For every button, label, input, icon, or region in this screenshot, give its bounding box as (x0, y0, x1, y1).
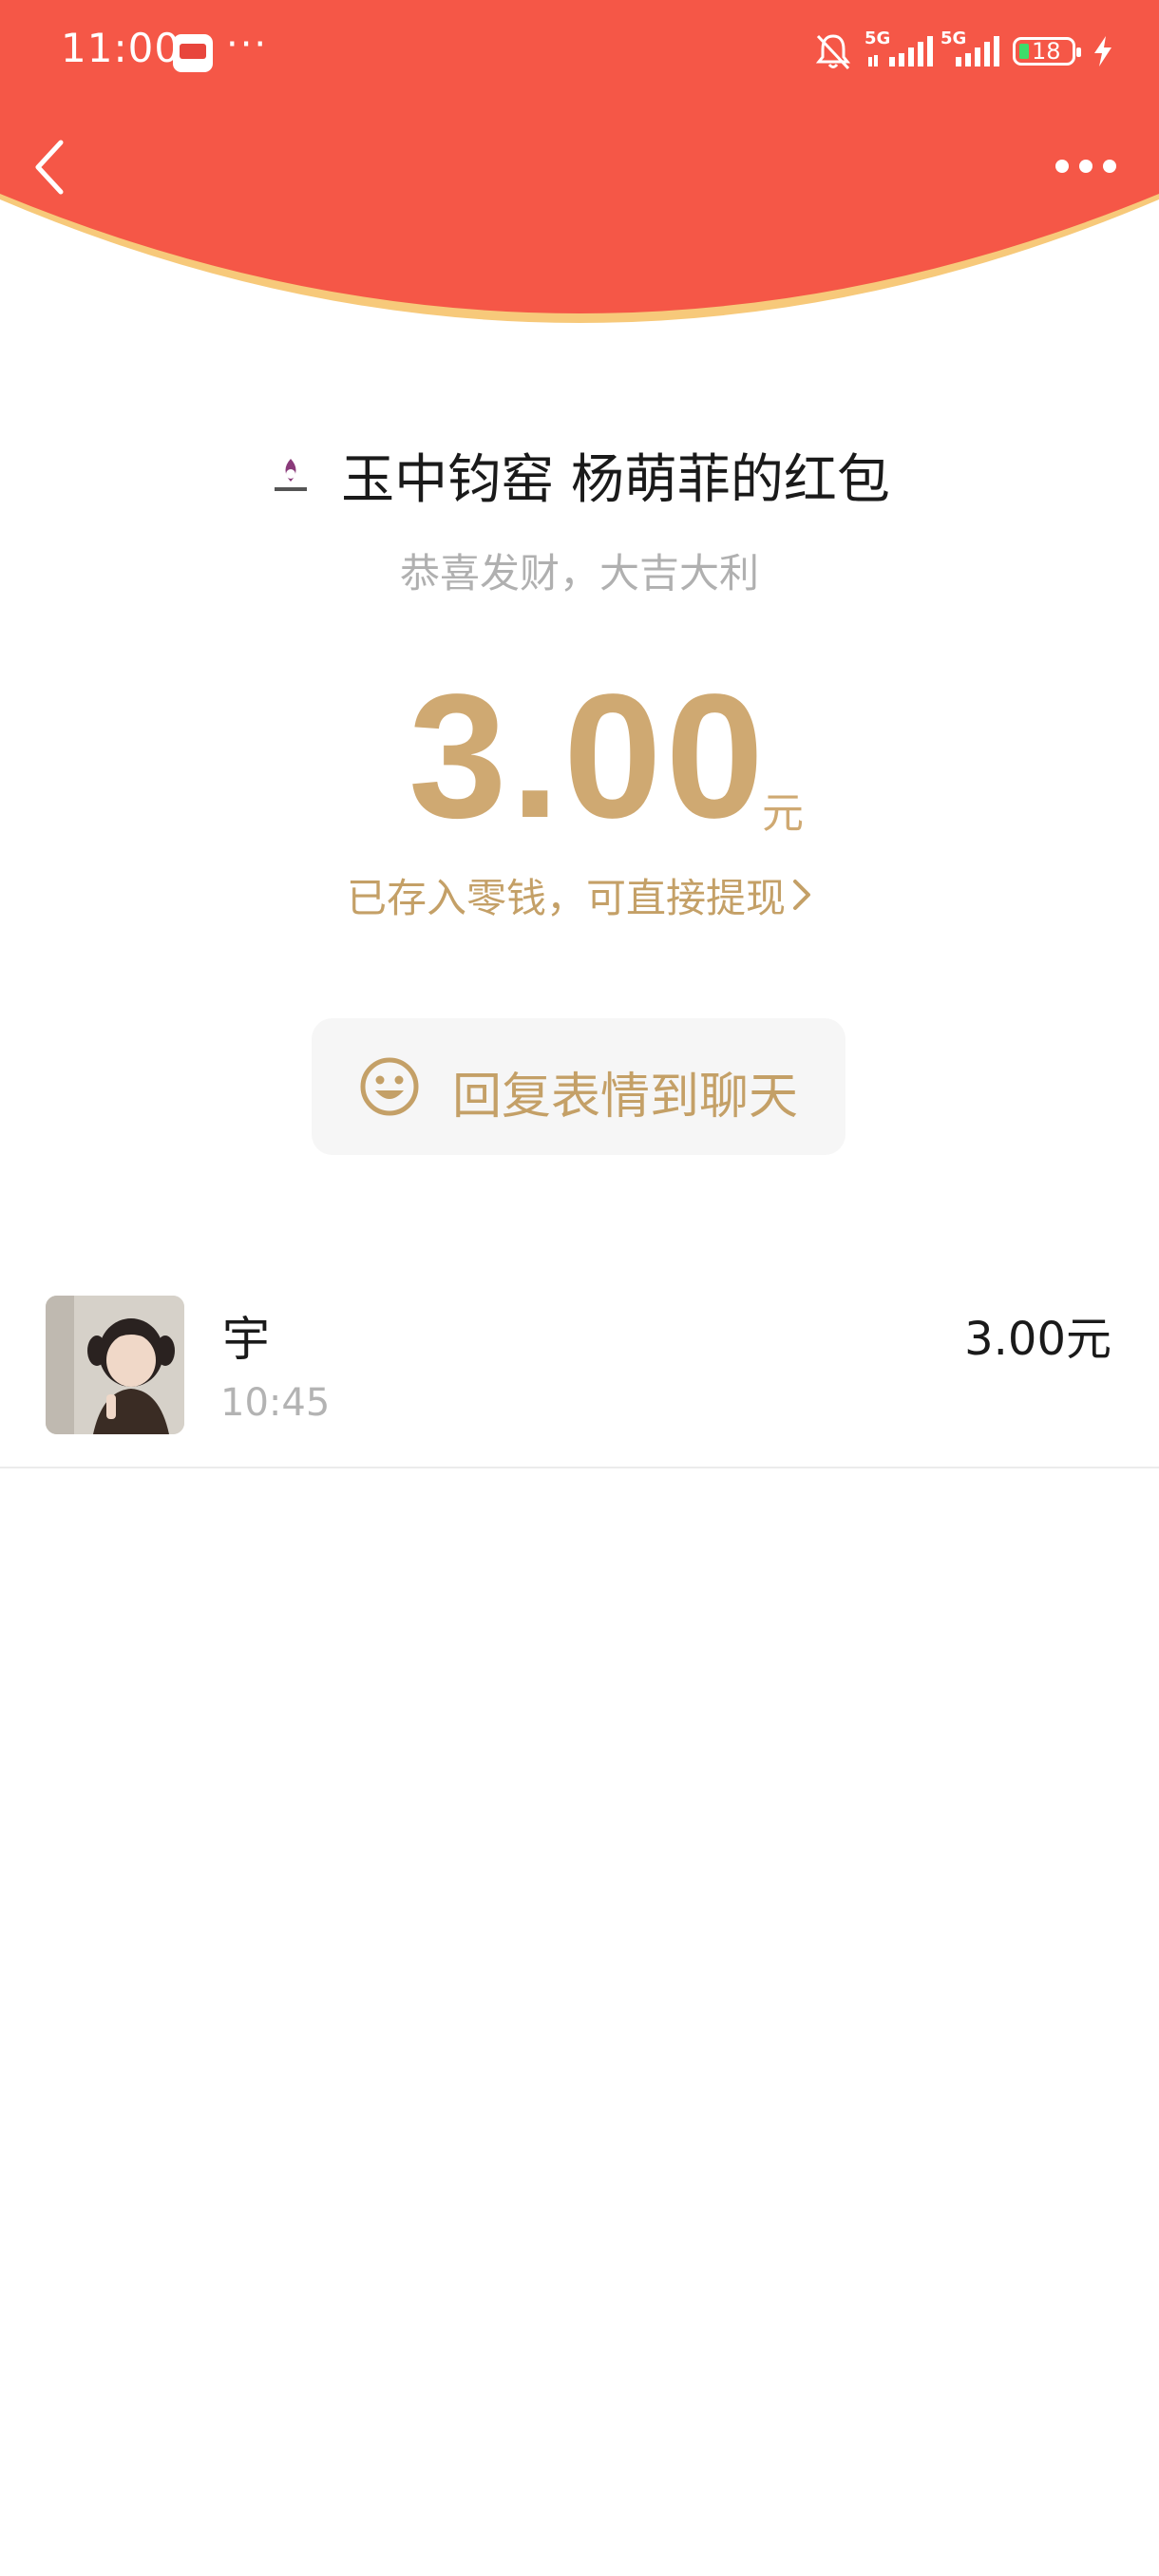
amount-value: 3.00 (408, 658, 769, 855)
avatar (46, 1296, 184, 1434)
amount-row: 3.00 元 (0, 655, 1159, 855)
signal-5g-icon-2: 5G (940, 28, 999, 66)
brand-logo (269, 453, 313, 497)
status-bar: 11:00 ··· 5G 5G 18 (0, 0, 1159, 104)
page-title: 玉中钧窑 杨萌菲的红包 (341, 448, 890, 511)
greeting-text: 恭喜发财，大吉大利 (399, 550, 759, 597)
back-button[interactable] (28, 139, 76, 196)
svg-text:5G: 5G (864, 28, 890, 48)
app-notification-icon (173, 34, 213, 72)
back-chevron-icon (35, 140, 64, 195)
signal-5g-icon: 5G (864, 28, 933, 66)
chevron-right-icon (791, 875, 812, 921)
reply-emoji-button[interactable]: 回复表情到聊天 (312, 1018, 846, 1155)
battery-icon: 18 (1013, 37, 1081, 66)
wallet-link-text: 已存入零钱，可直接提现 (346, 875, 786, 921)
amount-unit: 元 (762, 789, 804, 838)
smile-icon (360, 1057, 419, 1116)
svg-text:5G: 5G (940, 28, 966, 48)
more-button[interactable] (1053, 152, 1119, 180)
battery-level: 18 (1032, 38, 1061, 65)
wallet-link[interactable]: 已存入零钱，可直接提现 (0, 866, 1159, 924)
record-amount: 3.00元 (964, 1313, 1112, 1366)
record-name: 宇 (222, 1312, 270, 1367)
charging-bolt-icon (1094, 36, 1112, 66)
status-time: 11:00 (61, 25, 181, 71)
bell-muted-icon (815, 34, 851, 70)
status-overflow: ··· (226, 23, 269, 66)
list-item[interactable]: 宇 10:45 3.00元 (0, 1273, 1159, 1468)
record-time: 10:45 (220, 1381, 331, 1425)
reply-button-label: 回复表情到聊天 (452, 1069, 799, 1126)
sender-title-row: 玉中钧窑 杨萌菲的红包 (0, 437, 1159, 513)
more-dots-icon (1055, 160, 1116, 173)
